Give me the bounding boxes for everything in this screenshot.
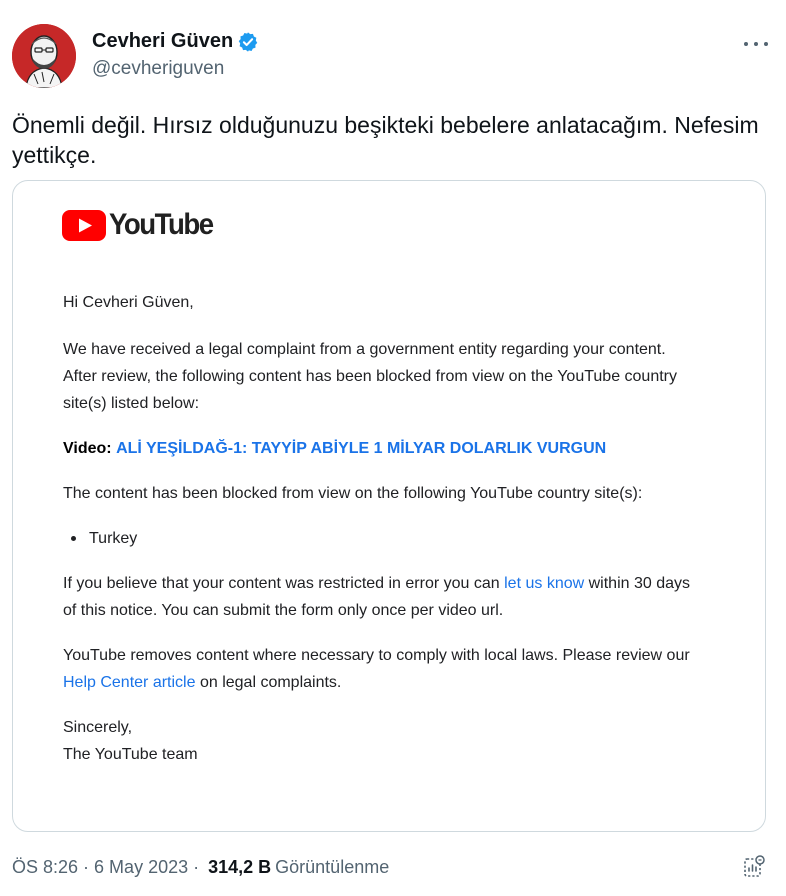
youtube-logo: YouTube	[62, 208, 222, 242]
youtube-play-icon	[62, 209, 106, 241]
avatar[interactable]	[12, 24, 76, 88]
tweet-text: Önemli değil. Hırsız olduğunuzu beşiktek…	[12, 112, 759, 168]
email-paragraph-blocked: The content has been blocked from view o…	[63, 485, 643, 502]
footer-separator: ·	[193, 856, 200, 877]
bullet-dot	[71, 536, 76, 541]
view-count-label: Görüntülenme	[275, 856, 390, 877]
view-count: 314,2 B	[208, 856, 272, 877]
video-label: Video:	[63, 440, 112, 457]
verified-badge-icon	[237, 31, 259, 53]
email-video-line: Video: ALİ YEŞİLDAĞ-1: TAYYİP ABİYLE 1 M…	[63, 435, 703, 462]
email-closing: Sincerely,	[63, 719, 133, 736]
email-paragraph-complaint: We have received a legal complaint from …	[63, 341, 677, 412]
email-paragraph-laws: YouTube removes content where necessary …	[63, 642, 703, 696]
tweet-date[interactable]: 6 May 2023	[94, 857, 188, 878]
tweet-header: Cevheri Güven @cevheriguven	[12, 24, 774, 90]
video-title-link[interactable]: ALİ YEŞİLDAĞ-1: TAYYİP ABİYLE 1 MİLYAR D…	[116, 440, 606, 457]
avatar-image	[12, 24, 76, 88]
country-list-item: Turkey	[71, 525, 703, 552]
country-name: Turkey	[89, 530, 138, 547]
analytics-icon[interactable]	[742, 854, 766, 880]
email-body: Hi Cevheri Güven, We have received a leg…	[63, 289, 703, 768]
email-greeting: Hi Cevheri Güven,	[63, 294, 194, 311]
email-signature: The YouTube team	[63, 746, 198, 763]
country-list: Turkey	[71, 525, 703, 552]
laws-text-before: YouTube removes content where necessary …	[63, 647, 690, 664]
laws-text-after: on legal complaints.	[199, 674, 342, 691]
author-handle[interactable]: @cevheriguven	[92, 58, 224, 80]
youtube-logo-text: YouTube	[109, 208, 214, 241]
footer-separator: ·	[83, 856, 90, 877]
tweet-media-card[interactable]: YouTube Hi Cevheri Güven, We have receiv…	[12, 180, 766, 832]
tweet-footer: ÖS 8:26 · 6 May 2023 · 314,2 B Görüntüle…	[12, 852, 774, 882]
author-display-name[interactable]: Cevheri Güven	[92, 30, 233, 53]
email-signoff: Sincerely, The YouTube team	[63, 714, 703, 768]
author-name-row[interactable]: Cevheri Güven	[92, 30, 259, 53]
help-center-link[interactable]: Help Center article	[63, 674, 196, 691]
more-options-icon[interactable]	[744, 34, 768, 54]
let-us-know-link[interactable]: let us know	[504, 575, 584, 592]
email-paragraph-appeal: If you believe that your content was res…	[63, 570, 703, 624]
tweet-time[interactable]: ÖS 8:26	[12, 857, 78, 878]
appeal-text-before: If you believe that your content was res…	[63, 575, 500, 592]
